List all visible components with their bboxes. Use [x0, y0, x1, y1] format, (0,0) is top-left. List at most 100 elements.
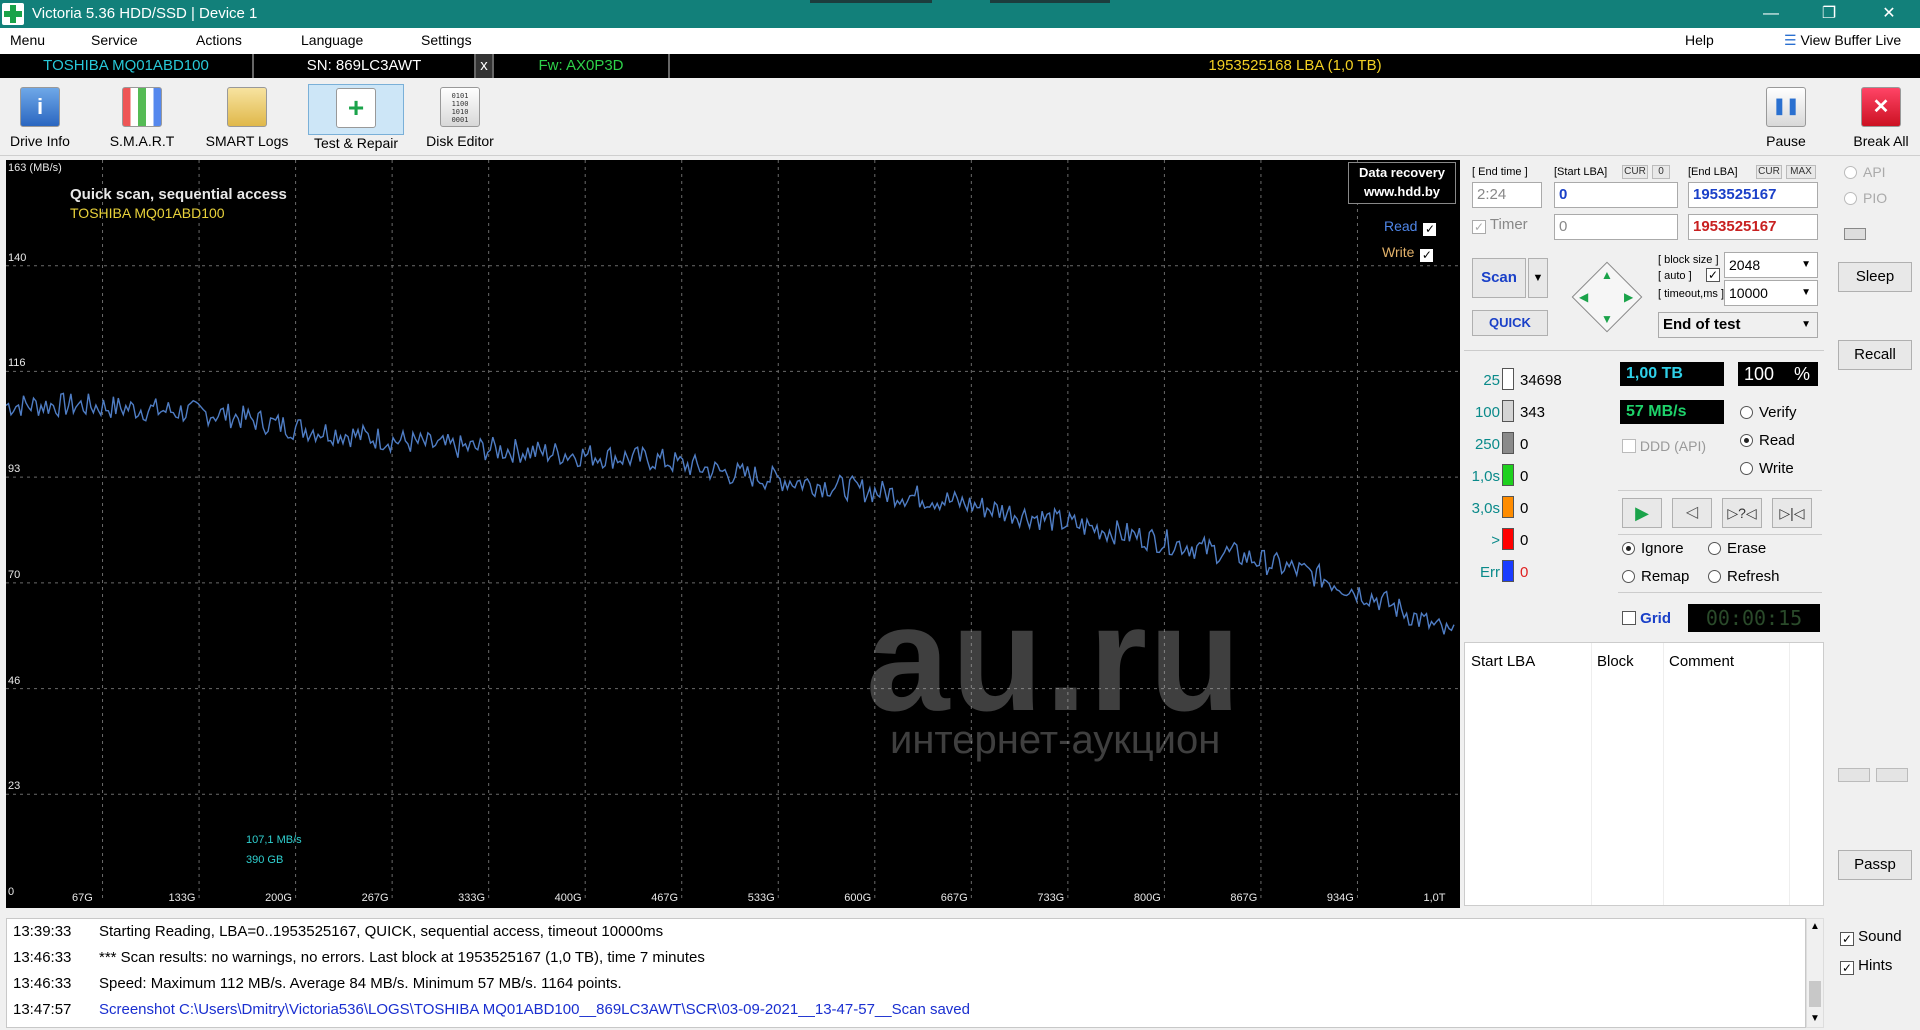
- passp-button[interactable]: Passp: [1838, 850, 1912, 880]
- wr-indicator: [1838, 768, 1870, 782]
- rewind-button[interactable]: ◁: [1672, 498, 1712, 528]
- arrow-left-icon[interactable]: ◀: [1579, 290, 1588, 304]
- read-checkbox[interactable]: ✓: [1423, 223, 1437, 236]
- end-lba-cur-button[interactable]: CUR: [1756, 165, 1782, 179]
- scan-dropdown-button[interactable]: ▼: [1528, 258, 1548, 298]
- rd-indicator: [1876, 768, 1908, 782]
- menu-actions[interactable]: Actions: [196, 32, 242, 48]
- sound-toggle[interactable]: ✓ Sound: [1840, 928, 1902, 946]
- erase-radio[interactable]: Erase: [1708, 540, 1766, 557]
- timer-field[interactable]: 0: [1554, 214, 1678, 240]
- mode-write-radio[interactable]: Write: [1740, 460, 1794, 477]
- start-lba-field[interactable]: 0: [1554, 182, 1678, 208]
- arrow-right-icon[interactable]: ▶: [1624, 290, 1633, 304]
- ignore-radio[interactable]: Ignore: [1622, 540, 1684, 557]
- write-toggle[interactable]: Write ✓: [1382, 244, 1434, 262]
- recall-button[interactable]: Recall: [1838, 340, 1912, 370]
- restore-button[interactable]: ❐: [1806, 0, 1852, 28]
- x-tick-label: 934G: [1326, 892, 1354, 904]
- grid-checkbox[interactable]: [1622, 611, 1636, 625]
- scroll-thumb[interactable]: [1809, 981, 1821, 1007]
- latency-count: 0: [1520, 500, 1529, 517]
- cursor-speed-readout: 107,1 MB/s: [246, 834, 302, 846]
- pause-icon: ❚❚: [1766, 87, 1806, 127]
- log-time: 13:39:33: [13, 923, 72, 940]
- close-drive-button[interactable]: x: [476, 54, 494, 78]
- smart-logs-button[interactable]: SMART Logs: [202, 84, 292, 154]
- disk-editor-button[interactable]: 0101 1100 1010 0001 Disk Editor: [422, 84, 498, 154]
- end-lba-max-button[interactable]: MAX: [1786, 165, 1816, 179]
- timer-checkbox[interactable]: ✓: [1472, 220, 1486, 234]
- x-tick-label: 333G: [458, 892, 486, 904]
- scroll-down-icon[interactable]: ▼: [1810, 1013, 1820, 1024]
- smart-button[interactable]: S.M.A.R.T: [100, 84, 184, 154]
- ddd-api-checkbox[interactable]: [1622, 439, 1636, 453]
- break-all-button[interactable]: ✕ Break All: [1848, 84, 1914, 154]
- write-checkbox[interactable]: ✓: [1420, 249, 1434, 262]
- to-end-button[interactable]: ▷|◁: [1772, 498, 1812, 528]
- sleep-button[interactable]: Sleep: [1838, 262, 1912, 292]
- timer-toggle[interactable]: ✓ Timer: [1472, 216, 1528, 234]
- menu-settings[interactable]: Settings: [421, 32, 472, 48]
- menu-service[interactable]: Service: [91, 32, 138, 48]
- y-tick-label: 93: [8, 463, 21, 476]
- drive-info-bar: TOSHIBA MQ01ABD100 SN: 869LC3AWT x Fw: A…: [0, 54, 1920, 78]
- mode-read-radio[interactable]: Read: [1740, 432, 1795, 449]
- hints-checkbox[interactable]: ✓: [1840, 961, 1854, 975]
- col-comment[interactable]: Comment: [1669, 653, 1734, 670]
- menu-language[interactable]: Language: [301, 32, 363, 48]
- col-divider: [1663, 643, 1664, 905]
- hints-toggle[interactable]: ✓ Hints: [1840, 957, 1892, 975]
- close-button[interactable]: ✕: [1866, 0, 1912, 28]
- menu-menu[interactable]: Menu: [10, 32, 45, 48]
- start-lba-cur-button[interactable]: CUR: [1622, 165, 1648, 179]
- log-time: 13:46:33: [13, 949, 72, 966]
- test-repair-button[interactable]: + Test & Repair: [308, 84, 404, 154]
- end-of-test-select[interactable]: End of test ▼: [1658, 312, 1818, 338]
- grid-toggle[interactable]: Grid: [1622, 610, 1671, 627]
- direction-pad[interactable]: ▲ ▼ ◀ ▶: [1566, 256, 1648, 338]
- log-scrollbar[interactable]: ▲ ▼: [1806, 918, 1824, 1028]
- ddd-api-toggle[interactable]: DDD (API): [1622, 438, 1706, 454]
- quick-button[interactable]: QUICK: [1472, 310, 1548, 336]
- menu-help[interactable]: Help: [1685, 32, 1714, 48]
- end-lba-field[interactable]: 1953525167: [1688, 182, 1818, 208]
- read-toggle[interactable]: Read ✓: [1384, 218, 1437, 236]
- data-recovery-promo[interactable]: Data recovery www.hdd.by: [1348, 162, 1456, 204]
- refresh-radio[interactable]: Refresh: [1708, 568, 1780, 585]
- view-buffer-live[interactable]: ☰ View Buffer Live: [1784, 32, 1901, 49]
- start-lba-zero-button[interactable]: 0: [1652, 165, 1670, 179]
- drive-model[interactable]: TOSHIBA MQ01ABD100: [0, 54, 254, 78]
- scan-button[interactable]: Scan: [1472, 258, 1526, 298]
- scroll-up-icon[interactable]: ▲: [1810, 921, 1820, 932]
- timeout-select[interactable]: 10000 ▼: [1724, 280, 1818, 306]
- latency-label: >: [1491, 532, 1500, 549]
- remap-radio[interactable]: Remap: [1622, 568, 1689, 585]
- block-size-select[interactable]: 2048 ▼: [1724, 252, 1818, 278]
- minimize-button[interactable]: —: [1748, 0, 1794, 28]
- x-tick-label: 800G: [1133, 892, 1161, 904]
- speed-display: 57 MB/s: [1620, 400, 1724, 424]
- block-size-label: [ block size ]: [1658, 254, 1719, 266]
- sound-checkbox[interactable]: ✓: [1840, 932, 1854, 946]
- skip-button[interactable]: ▷?◁: [1722, 498, 1762, 528]
- log-text[interactable]: Screenshot C:\Users\Dmitry\Victoria536\L…: [99, 1001, 970, 1018]
- mode-verify-radio[interactable]: Verify: [1740, 404, 1797, 421]
- pause-button[interactable]: ❚❚ Pause: [1758, 84, 1814, 154]
- col-block[interactable]: Block: [1597, 653, 1634, 670]
- col-start-lba[interactable]: Start LBA: [1471, 653, 1535, 670]
- auto-block-checkbox[interactable]: ✓: [1706, 268, 1720, 282]
- drive-info-button[interactable]: i Drive Info: [4, 84, 76, 154]
- x-tick-label: 400G: [554, 892, 582, 904]
- arrow-down-icon[interactable]: ▼: [1601, 312, 1613, 326]
- end-time-field[interactable]: 2:24: [1472, 182, 1542, 208]
- end-lba-secondary-field[interactable]: 1953525167: [1688, 214, 1818, 240]
- speed-graph: 163 (MB/s) Quick scan, sequential access…: [6, 160, 1460, 908]
- latency-count: 0: [1520, 436, 1529, 453]
- api-radio[interactable]: API: [1844, 164, 1886, 180]
- latency-label: 25: [1483, 372, 1500, 389]
- play-button[interactable]: ▶: [1622, 498, 1662, 528]
- pio-radio[interactable]: PIO: [1844, 190, 1887, 206]
- timeout-label: [ timeout,ms ]: [1658, 288, 1725, 300]
- arrow-up-icon[interactable]: ▲: [1601, 268, 1613, 282]
